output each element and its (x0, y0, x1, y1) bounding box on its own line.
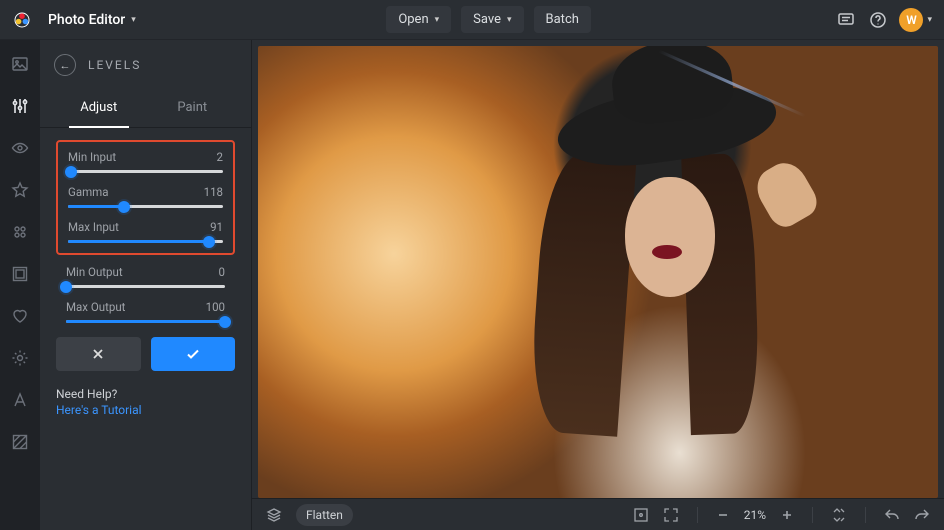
panel-title: LEVELS (88, 58, 141, 72)
apply-button[interactable] (151, 337, 236, 371)
back-button[interactable]: ← (54, 54, 76, 76)
app-root: Photo Editor ▾ Open ▾ Save ▾ Batch W ▾ (0, 0, 944, 530)
rail-adjust-icon[interactable] (10, 96, 30, 116)
slider-track-gamma[interactable] (68, 205, 223, 208)
levels-panel: ← LEVELS Adjust Paint Min Input 2 Gamma 11… (40, 40, 252, 530)
chevron-down-icon: ▾ (131, 15, 136, 25)
slider-value: 0 (219, 265, 225, 279)
app-title: Photo Editor (48, 12, 125, 28)
rail-heart-icon[interactable] (10, 306, 30, 326)
slider-gamma: Gamma 118 (68, 185, 223, 208)
body: ← LEVELS Adjust Paint Min Input 2 Gamma 11… (0, 40, 944, 530)
slider-max-output: Max Output 100 (66, 300, 225, 323)
check-icon (185, 346, 201, 362)
chevron-down-icon: ▾ (435, 15, 440, 25)
slider-min-output: Min Output 0 (66, 265, 225, 288)
chevron-down-icon: ▾ (507, 15, 512, 25)
fit-to-screen-icon[interactable] (633, 507, 649, 523)
cancel-button[interactable] (56, 337, 141, 371)
rail-frame-icon[interactable] (10, 264, 30, 284)
panel-actions (40, 323, 251, 385)
open-label: Open (398, 12, 428, 27)
sliders-group: Min Input2 Gamma118 Max Input91 Min O (40, 128, 251, 323)
compare-icon[interactable] (831, 507, 847, 523)
slider-value: 2 (217, 150, 223, 164)
tab-paint[interactable]: Paint (146, 90, 240, 127)
rail-star-icon[interactable] (10, 180, 30, 200)
slider-value: 91 (210, 220, 223, 234)
open-button[interactable]: Open ▾ (386, 6, 451, 33)
photo-preview (258, 46, 938, 498)
slider-value: 118 (204, 185, 223, 199)
avatar-letter: W (906, 13, 917, 27)
avatar: W (899, 8, 923, 32)
tab-paint-label: Paint (177, 100, 207, 115)
slider-max-input: Max Input 91 (68, 220, 223, 243)
zoom-level: 21% (744, 508, 766, 522)
zoom-in-button[interactable] (780, 508, 794, 522)
batch-label: Batch (546, 12, 579, 27)
slider-value: 100 (206, 300, 225, 314)
user-menu[interactable]: W ▾ (899, 8, 932, 32)
highlighted-sliders: Min Input 2 Gamma 118 Max Input 91 (56, 140, 235, 255)
help-question: Need Help? (56, 387, 235, 401)
unhighlighted-sliders: Min Output 0 Max Output 100 (56, 265, 235, 323)
tab-adjust[interactable]: Adjust (52, 90, 146, 127)
close-icon (91, 347, 105, 361)
slider-label: Max Input (68, 220, 119, 234)
help-icon[interactable] (867, 9, 889, 31)
slider-track-max-input[interactable] (68, 240, 223, 243)
rail-gear-icon[interactable] (10, 348, 30, 368)
rail-eye-icon[interactable] (10, 138, 30, 158)
topbar: Photo Editor ▾ Open ▾ Save ▾ Batch W ▾ (0, 0, 944, 40)
rail-text-icon[interactable] (10, 390, 30, 410)
save-button[interactable]: Save ▾ (461, 6, 523, 33)
slider-track-max-output[interactable] (66, 320, 225, 323)
flatten-button[interactable]: Flatten (296, 504, 353, 526)
slider-min-input: Min Input 2 (68, 150, 223, 173)
slider-track-min-output[interactable] (66, 285, 225, 288)
redo-button[interactable] (914, 507, 930, 523)
slider-label: Max Output (66, 300, 125, 314)
bottom-toolbar: Flatten 21% (252, 498, 944, 530)
chevron-down-icon: ▾ (927, 15, 932, 25)
slider-label: Min Output (66, 265, 123, 279)
slider-label: Min Input (68, 150, 116, 164)
undo-button[interactable] (884, 507, 900, 523)
panel-tabs: Adjust Paint (40, 90, 251, 128)
layers-icon[interactable] (266, 507, 282, 523)
canvas[interactable] (252, 40, 944, 498)
app-title-dropdown[interactable]: Photo Editor ▾ (42, 8, 142, 32)
help-tutorial-link[interactable]: Here's a Tutorial (56, 403, 235, 417)
panel-header: ← LEVELS (40, 40, 251, 86)
rail-effects-icon[interactable] (10, 222, 30, 242)
rail-pattern-icon[interactable] (10, 432, 30, 452)
save-label: Save (473, 12, 501, 27)
canvas-area: Flatten 21% (252, 40, 944, 530)
batch-button[interactable]: Batch (534, 6, 591, 33)
flatten-label: Flatten (306, 508, 343, 522)
feedback-icon[interactable] (835, 9, 857, 31)
help-section: Need Help? Here's a Tutorial (40, 385, 251, 431)
zoom-out-button[interactable] (716, 508, 730, 522)
slider-label: Gamma (68, 185, 109, 199)
app-logo-icon (12, 10, 32, 30)
slider-track-min-input[interactable] (68, 170, 223, 173)
tab-adjust-label: Adjust (80, 100, 117, 115)
rail-image-icon[interactable] (10, 54, 30, 74)
tool-rail (0, 40, 40, 530)
fullscreen-icon[interactable] (663, 507, 679, 523)
